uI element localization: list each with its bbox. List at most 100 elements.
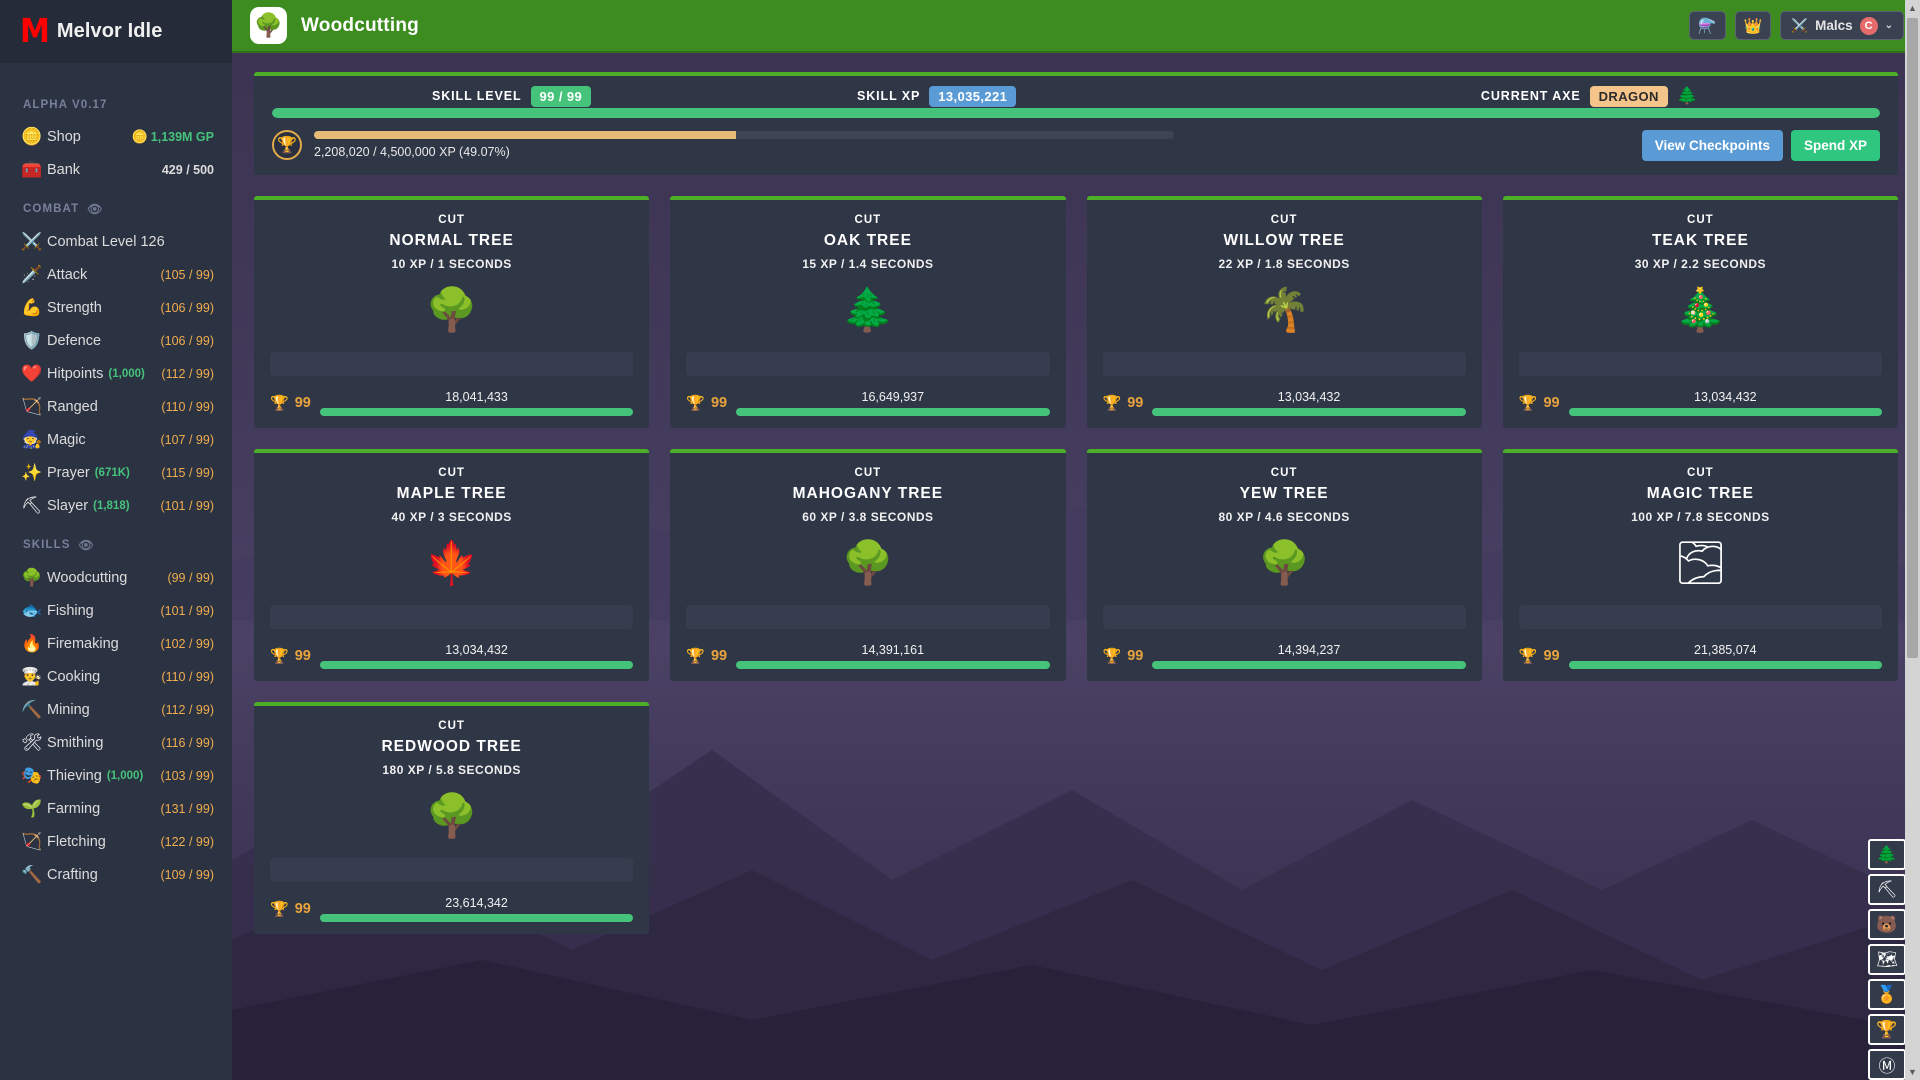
mastery-progress-bar (736, 408, 1050, 416)
current-axe-value: DRAGON (1589, 85, 1668, 107)
tree-name-label: REDWOOD TREE (381, 738, 522, 755)
dock-bear-icon[interactable]: 🐻 (1868, 909, 1906, 940)
brand-header[interactable]: M Melvor Idle (0, 0, 232, 63)
dock-trophy-icon[interactable]: 🏆 (1868, 1014, 1906, 1045)
mastery-xp-bar-fill (314, 130, 736, 139)
spend-xp-button[interactable]: Spend XP (1790, 130, 1880, 161)
mastery-progress-fill (319, 914, 634, 922)
sidebar-item-label: Crafting (47, 866, 98, 883)
panel-action-buttons: View Checkpoints Spend XP (1641, 130, 1880, 161)
tree-xp-rate-label: 40 XP / 3 SECONDS (391, 510, 512, 524)
sidebar-item-prayer[interactable]: ✨ Prayer (671K) (115 / 99) (0, 456, 232, 489)
sidebar-item-value: (102 / 99) (160, 637, 214, 651)
sidebar-item-value-text: (103 / 99) (160, 768, 214, 783)
tree-card[interactable]: CUT OAK TREE 15 XP / 1.4 SECONDS 🌲 🏆 99 … (670, 196, 1066, 428)
tree-progress-bar (1518, 352, 1882, 376)
mastery-level-value: 99 (710, 395, 728, 411)
tree-card[interactable]: CUT TEAK TREE 30 XP / 2.2 SECONDS 🎄 🏆 99… (1502, 196, 1898, 428)
view-checkpoints-button[interactable]: View Checkpoints (1641, 130, 1783, 161)
sidebar-item-combat-level-126[interactable]: ⚔️ Combat Level 126 (0, 225, 232, 258)
sidebar-item-hitpoints[interactable]: ❤️ Hitpoints (1,000) (112 / 99) (0, 357, 232, 390)
user-menu-button[interactable]: ⚔️ Malcs C ⌄ (1780, 11, 1904, 40)
sidebar-item-thieving[interactable]: 🎭 Thieving (1,000) (103 / 99) (0, 759, 232, 792)
dock-woodcut-mine-icon[interactable]: ⛏ (1868, 874, 1906, 905)
mastery-trophy-icon: 🏆 (1102, 395, 1122, 412)
sidebar-item-value-text: (112 / 99) (161, 702, 214, 717)
mastery-xp-value: 14,391,161 (861, 643, 925, 657)
tree-mastery-row: 🏆 99 13,034,432 (1519, 390, 1882, 416)
sidebar-item-smithing[interactable]: 🛠 Smithing (116 / 99) (0, 726, 232, 759)
tree-mastery-level: 🏆 99 (270, 394, 311, 412)
sidebar-item-value-text: 1,139M GP (150, 129, 214, 144)
sidebar-item-mining[interactable]: ⛏️ Mining (112 / 99) (0, 693, 232, 726)
mastery-progress-bar (1152, 408, 1466, 416)
chevron-down-icon: ⌄ (1884, 20, 1893, 31)
dock-melvor-icon[interactable]: Ⓜ (1868, 1049, 1906, 1080)
sidebar-item-value: (110 / 99) (161, 400, 214, 414)
tree-mastery-xp-col: 16,649,937 (736, 390, 1050, 416)
sidebar-item-label: Cooking (47, 668, 101, 685)
tree-name-label: MAHOGANY TREE (792, 485, 944, 502)
page-scrollbar[interactable]: ▲ ▼ (1905, 0, 1920, 1080)
mastery-progress-fill (1152, 661, 1466, 669)
tree-card[interactable]: CUT MAPLE TREE 40 XP / 3 SECONDS 🍁 🏆 99 … (254, 449, 650, 681)
sidebar-item-defence[interactable]: 🛡️ Defence (106 / 99) (0, 324, 232, 357)
tree-mastery-xp-col: 13,034,432 (1152, 390, 1466, 416)
sidebar-item-value-text: (110 / 99) (161, 669, 214, 684)
tree-card[interactable]: CUT REDWOOD TREE 180 XP / 5.8 SECONDS 🌳 … (254, 702, 650, 934)
scrollbar-thumb[interactable] (1907, 18, 1918, 658)
sidebar-item-farming[interactable]: 🌱 Farming (131 / 99) (0, 792, 232, 825)
sidebar-item-shop[interactable]: 🪙 Shop 🪙 1,139M GP (0, 120, 232, 153)
sidebar-item-strength[interactable]: 💪 Strength (106 / 99) (0, 291, 232, 324)
tree-card[interactable]: CUT MAHOGANY TREE 60 XP / 3.8 SECONDS 🌳 … (670, 449, 1066, 681)
status-badge: C (1859, 16, 1878, 35)
sidebar-scroll: ALPHA V0.17 🪙 Shop 🪙 1,139M GP 🧰 Bank 429 / 50… (0, 63, 232, 891)
sidebar-item-fishing[interactable]: 🐟 Fishing (101 / 99) (0, 594, 232, 627)
sidebar-item-firemaking[interactable]: 🔥 Firemaking (102 / 99) (0, 627, 232, 660)
tree-card[interactable]: CUT WILLOW TREE 22 XP / 1.8 SECONDS 🌴 🏆 … (1086, 196, 1482, 428)
tree-card[interactable]: CUT YEW TREE 80 XP / 4.6 SECONDS 🌳 🏆 99 … (1086, 449, 1482, 681)
tree-mastery-xp-col: 23,614,342 (319, 896, 634, 922)
crown-button[interactable]: 👑 (1734, 11, 1772, 40)
coin-icon: 🪙 (131, 128, 148, 144)
sidebar-item-label: Prayer (47, 464, 90, 481)
sidebar-item-magic[interactable]: 🧙 Magic (107 / 99) (0, 423, 232, 456)
side-dock: 🌲 ⛏ 🐻 🗺 🏅 🏆 Ⓜ (1868, 839, 1906, 1080)
dock-map-icon[interactable]: 🗺 (1868, 944, 1906, 975)
scroll-up-arrow-icon[interactable]: ▲ (1905, 0, 1920, 16)
sidebar-item-crafting[interactable]: 🔨 Crafting (109 / 99) (0, 858, 232, 891)
sidebar-item-cooking[interactable]: 👨‍🍳 Cooking (110 / 99) (0, 660, 232, 693)
skill-xp-value: 13,035,221 (929, 85, 1017, 107)
mastery-progress-fill (1568, 661, 1882, 669)
dock-trees-icon[interactable]: 🌲 (1868, 839, 1906, 870)
scroll-down-arrow-icon[interactable]: ▼ (1905, 1064, 1920, 1080)
sidebar-item-fletching[interactable]: 🏹 Fletching (122 / 99) (0, 825, 232, 858)
sidebar-skills-group: 🌳 Woodcutting (99 / 99) 🐟 Fishing (101 / 99) 🔥… (0, 561, 232, 891)
header-actions: ⚗️ 👑 ⚔️ Malcs C ⌄ (1688, 11, 1904, 40)
sidebar-item-ranged[interactable]: 🏹 Ranged (110 / 99) (0, 390, 232, 423)
dock-medal-icon[interactable]: 🏅 (1868, 979, 1906, 1010)
top-header-bar: 🌳 Woodcutting ⚗️ 👑 ⚔️ Malcs C ⌄ (232, 0, 1920, 53)
sidebar-item-icon: 🔥 (21, 634, 43, 653)
mastery-progress-bar (1568, 408, 1882, 416)
tree-icon: 🌫 (1673, 539, 1728, 586)
sidebar-item-icon: 🌳 (21, 568, 43, 587)
eye-icon[interactable]: 👁 (79, 538, 95, 552)
sidebar-item-bank[interactable]: 🧰 Bank 429 / 500 (0, 153, 232, 186)
eye-icon[interactable]: 👁 (87, 202, 103, 216)
tree-card[interactable]: CUT NORMAL TREE 10 XP / 1 SECONDS 🌳 🏆 99… (254, 196, 650, 428)
tree-mastery-row: 🏆 99 14,391,161 (686, 643, 1050, 669)
sidebar-item-value-text: (131 / 99) (160, 801, 214, 816)
sidebar-item-slayer[interactable]: ⛏ Slayer (1,818) (101 / 99) (0, 489, 232, 522)
tree-card[interactable]: CUT MAGIC TREE 100 XP / 7.8 SECONDS 🌫 🏆 … (1502, 449, 1898, 681)
sidebar-item-value-text: (101 / 99) (160, 498, 214, 513)
sidebar-item-value: (131 / 99) (160, 802, 214, 816)
mastery-trophy-icon: 🏆 (686, 648, 705, 665)
mastery-progress-bar (319, 914, 634, 922)
sidebar-item-woodcutting[interactable]: 🌳 Woodcutting (99 / 99) (0, 561, 232, 594)
sidebar-item-label: Magic (47, 431, 86, 448)
sidebar-item-attack[interactable]: 🗡️ Attack (105 / 99) (0, 258, 232, 291)
tree-action-label: CUT (438, 214, 465, 226)
potion-button[interactable]: ⚗️ (1688, 11, 1726, 40)
sidebar-item-value: (112 / 99) (161, 703, 214, 717)
